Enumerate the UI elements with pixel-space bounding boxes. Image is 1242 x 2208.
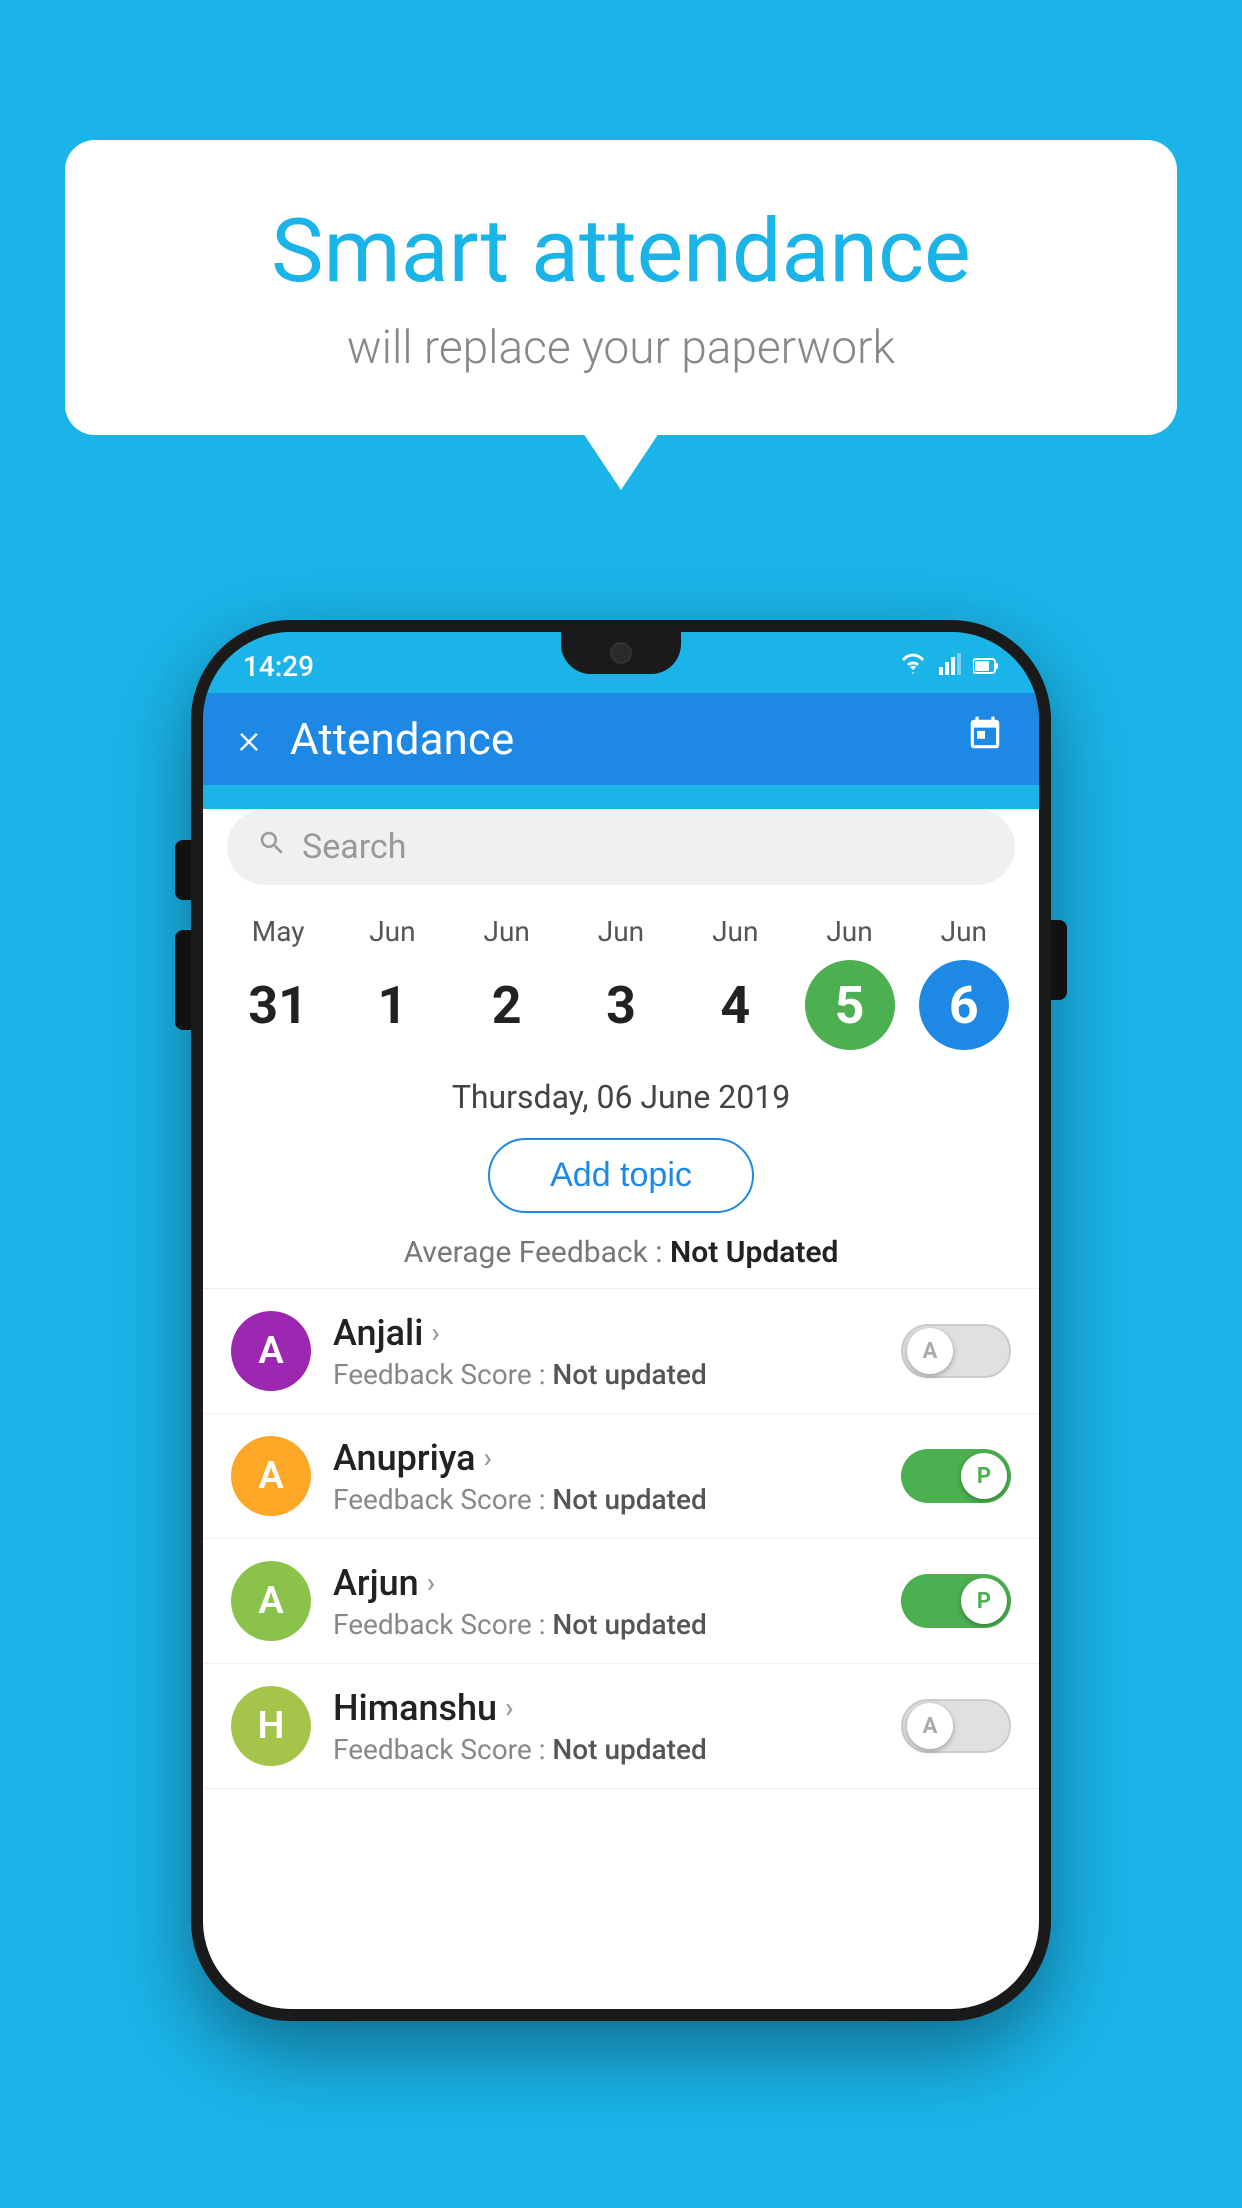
header-title: Attendance	[290, 713, 936, 765]
avatar: A	[231, 1561, 311, 1641]
calendar-day[interactable]: Jun 5	[805, 915, 895, 1050]
signal-icon	[939, 653, 961, 681]
avatar: A	[231, 1436, 311, 1516]
student-item[interactable]: A Arjun › Feedback Score : Not updated P	[203, 1539, 1039, 1664]
student-item[interactable]: A Anjali › Feedback Score : Not updated A	[203, 1289, 1039, 1414]
toggle-knob: A	[907, 1703, 953, 1749]
student-info: Anupriya › Feedback Score : Not updated	[333, 1437, 879, 1516]
toggle-knob: A	[907, 1328, 953, 1374]
cal-month-label: Jun	[484, 915, 530, 948]
camera	[610, 642, 632, 664]
search-bar[interactable]: Search	[227, 809, 1015, 885]
phone-frame: 14:29	[191, 620, 1051, 2021]
calendar-day[interactable]: Jun 3	[576, 915, 666, 1050]
phone-wrapper: 14:29	[191, 620, 1051, 2021]
chevron-icon: ›	[427, 1566, 435, 1599]
battery-icon	[973, 653, 999, 681]
bubble-headline: Smart attendance	[115, 200, 1127, 303]
student-name: Arjun ›	[333, 1562, 879, 1604]
student-item[interactable]: A Anupriya › Feedback Score : Not updated P	[203, 1414, 1039, 1539]
notch	[561, 632, 681, 674]
feedback-score: Feedback Score : Not updated	[333, 1483, 879, 1516]
student-info: Arjun › Feedback Score : Not updated	[333, 1562, 879, 1641]
toggle-knob: P	[961, 1578, 1007, 1624]
feedback-score: Feedback Score : Not updated	[333, 1733, 879, 1766]
feedback-score: Feedback Score : Not updated	[333, 1608, 879, 1641]
avg-feedback: Average Feedback : Not Updated	[203, 1225, 1039, 1288]
cal-month-label: Jun	[369, 915, 415, 948]
bubble-subtext: will replace your paperwork	[115, 321, 1127, 375]
cal-month-label: Jun	[712, 915, 758, 948]
calendar-day[interactable]: Jun 1	[347, 915, 437, 1050]
volume-down-button	[175, 930, 191, 1030]
feedback-score: Feedback Score : Not updated	[333, 1358, 879, 1391]
calendar-icon[interactable]	[966, 715, 1004, 763]
avatar: H	[231, 1686, 311, 1766]
toggle-switch[interactable]: P	[901, 1574, 1011, 1628]
app-header: × Attendance	[203, 693, 1039, 785]
status-bar: 14:29	[203, 632, 1039, 693]
attendance-toggle[interactable]: A	[901, 1324, 1011, 1378]
calendar-day[interactable]: Jun 4	[690, 915, 780, 1050]
toggle-knob: P	[961, 1453, 1007, 1499]
speech-bubble: Smart attendance will replace your paper…	[65, 140, 1177, 435]
cal-day-number: 2	[462, 960, 552, 1050]
cal-day-number: 31	[233, 960, 323, 1050]
cal-month-label: Jun	[826, 915, 872, 948]
attendance-toggle[interactable]: A	[901, 1699, 1011, 1753]
student-list: AAnjali ›Feedback Score : Not updatedAAA…	[203, 1288, 1039, 1789]
calendar-strip: May 31 Jun 1 Jun 2 Jun 3 Jun 4 Jun 5 Jun 6	[203, 895, 1039, 1060]
power-button	[1051, 920, 1067, 1000]
cal-day-number: 3	[576, 960, 666, 1050]
toggle-switch[interactable]: A	[901, 1324, 1011, 1378]
toggle-switch[interactable]: P	[901, 1449, 1011, 1503]
close-button[interactable]: ×	[238, 715, 260, 764]
cal-day-number: 4	[690, 960, 780, 1050]
student-name: Anjali ›	[333, 1312, 879, 1354]
cal-day-number: 6	[919, 960, 1009, 1050]
search-placeholder: Search	[302, 827, 406, 867]
speech-bubble-container: Smart attendance will replace your paper…	[65, 140, 1177, 435]
wifi-icon	[899, 653, 927, 681]
toggle-switch[interactable]: A	[901, 1699, 1011, 1753]
student-name: Anupriya ›	[333, 1437, 879, 1479]
cal-month-label: May	[252, 915, 305, 948]
student-item[interactable]: H Himanshu › Feedback Score : Not updated A	[203, 1664, 1039, 1789]
phone-screen: 14:29	[203, 632, 1039, 2009]
status-icons	[899, 653, 999, 681]
attendance-toggle[interactable]: P	[901, 1574, 1011, 1628]
search-icon	[257, 828, 287, 866]
cal-month-label: Jun	[941, 915, 987, 948]
student-name: Himanshu ›	[333, 1687, 879, 1729]
selected-date: Thursday, 06 June 2019	[203, 1060, 1039, 1126]
avatar: A	[231, 1311, 311, 1391]
chevron-icon: ›	[484, 1441, 492, 1474]
student-info: Himanshu › Feedback Score : Not updated	[333, 1687, 879, 1766]
attendance-toggle[interactable]: P	[901, 1449, 1011, 1503]
calendar-day[interactable]: Jun 6	[919, 915, 1009, 1050]
app-content: Search May 31 Jun 1 Jun 2 Jun 3 Jun 4 Jun 5 Jun 6 Thu…	[203, 809, 1039, 2009]
add-topic-button[interactable]: Add topic	[488, 1138, 754, 1213]
calendar-day[interactable]: May 31	[233, 915, 323, 1050]
avg-feedback-label: Average Feedback :	[404, 1235, 663, 1270]
cal-day-number: 1	[347, 960, 437, 1050]
avg-feedback-value: Not Updated	[670, 1235, 838, 1270]
cal-month-label: Jun	[598, 915, 644, 948]
status-time: 14:29	[243, 650, 314, 683]
volume-up-button	[175, 840, 191, 900]
student-info: Anjali › Feedback Score : Not updated	[333, 1312, 879, 1391]
cal-day-number: 5	[805, 960, 895, 1050]
calendar-day[interactable]: Jun 2	[462, 915, 552, 1050]
chevron-icon: ›	[505, 1691, 513, 1724]
chevron-icon: ›	[431, 1316, 439, 1349]
